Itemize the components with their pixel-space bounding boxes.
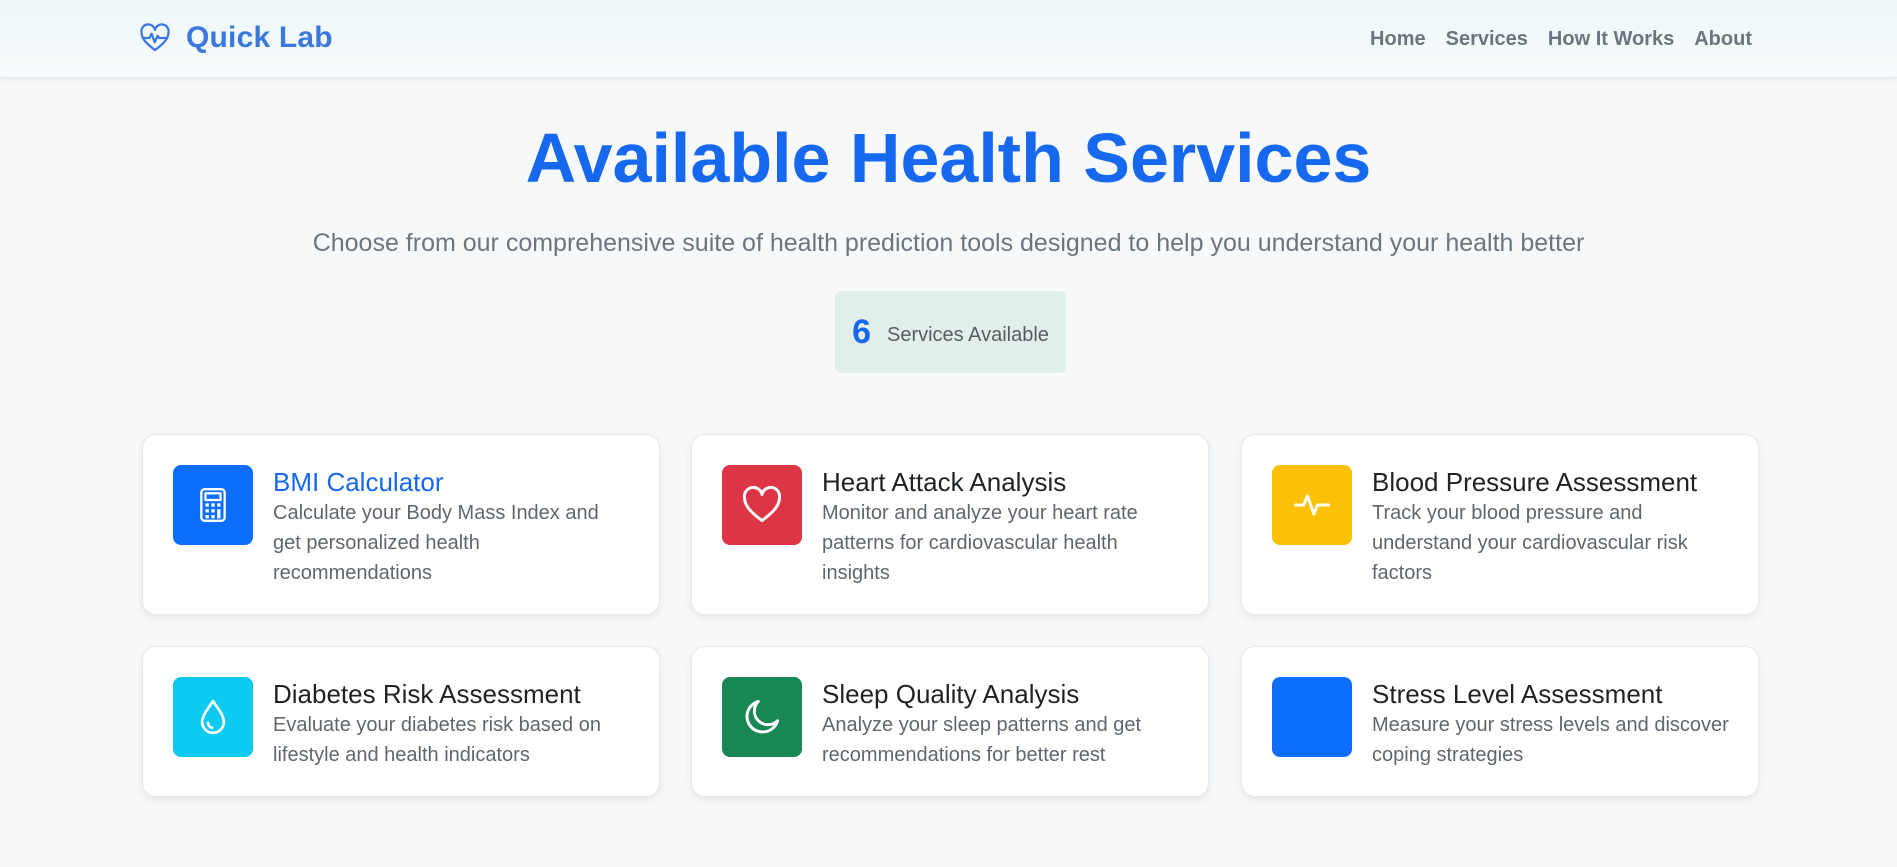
- services-count-label: Services Available: [886, 323, 1049, 346]
- droplet-icon: [173, 677, 253, 757]
- brand-name: Quick Lab: [186, 21, 333, 54]
- stress-icon: [1272, 677, 1352, 757]
- nav-link-home[interactable]: Home: [1370, 24, 1426, 54]
- service-card-bmi[interactable]: BMI Calculator Calculate your Body Mass …: [142, 434, 660, 615]
- page-title: Available Health Services: [525, 119, 1372, 197]
- calculator-icon: [173, 465, 253, 545]
- services-count-badge: 6 Services Available: [835, 291, 1066, 373]
- heart-icon: [722, 465, 802, 545]
- brand-link[interactable]: Quick Lab: [138, 18, 333, 58]
- service-card-heart-attack[interactable]: Heart Attack Analysis Monitor and analyz…: [691, 434, 1209, 615]
- service-card-sleep[interactable]: Sleep Quality Analysis Analyze your slee…: [691, 646, 1209, 797]
- service-description: Track your blood pressure and understand…: [1372, 502, 1688, 584]
- service-title: BMI Calculator: [273, 467, 444, 497]
- pulse-icon: [1272, 465, 1352, 545]
- heart-pulse-icon: [138, 21, 172, 55]
- service-title: Blood Pressure Assessment: [1372, 467, 1698, 497]
- nav-link-how-it-works[interactable]: How It Works: [1548, 24, 1674, 54]
- service-title: Diabetes Risk Assessment: [273, 679, 581, 709]
- nav-link-services[interactable]: Services: [1446, 24, 1528, 54]
- service-description: Analyze your sleep patterns and get reco…: [822, 714, 1142, 766]
- service-description: Monitor and analyze your heart rate patt…: [822, 502, 1138, 584]
- service-description: Evaluate your diabetes risk based on lif…: [273, 714, 601, 766]
- nav-link-about[interactable]: About: [1694, 24, 1752, 54]
- service-title: Sleep Quality Analysis: [822, 679, 1080, 709]
- service-title: Heart Attack Analysis: [822, 467, 1067, 497]
- service-description: Calculate your Body Mass Index and get p…: [273, 502, 599, 584]
- service-card-blood-pressure[interactable]: Blood Pressure Assessment Track your blo…: [1241, 434, 1759, 615]
- service-card-diabetes[interactable]: Diabetes Risk Assessment Evaluate your d…: [142, 646, 660, 797]
- services-count: 6: [852, 312, 871, 351]
- page-subtitle: Choose from our comprehensive suite of h…: [312, 229, 1585, 257]
- moon-icon: [722, 677, 802, 757]
- service-title: Stress Level Assessment: [1372, 679, 1663, 709]
- service-description: Measure your stress levels and discover …: [1372, 714, 1729, 766]
- nav-menu: Home Services How It Works About: [1370, 24, 1752, 54]
- service-card-stress[interactable]: Stress Level Assessment Measure your str…: [1241, 646, 1759, 797]
- navbar: Quick Lab Home Services How It Works Abo…: [0, 0, 1897, 78]
